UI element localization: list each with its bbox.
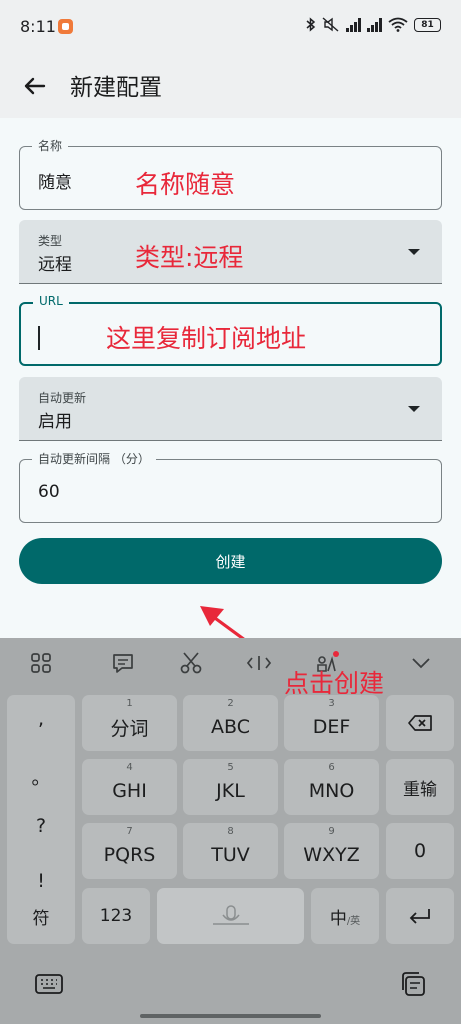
interval-field-value: 60 [38, 482, 60, 502]
clipboard-icon[interactable] [398, 970, 428, 998]
space-key[interactable] [157, 888, 304, 944]
cursor-move-icon[interactable] [245, 649, 273, 677]
page-title: 新建配置 [70, 75, 162, 101]
microphone-icon [212, 905, 249, 925]
auto-update-label: 自动更新 [38, 391, 87, 405]
key-0[interactable]: 0 [386, 823, 454, 879]
apps-grid-icon[interactable] [27, 649, 55, 677]
number-key[interactable]: 123 [82, 888, 150, 944]
type-dropdown-label: 类型 [38, 234, 63, 248]
signal-2-icon [367, 17, 382, 32]
key-period[interactable]: 。 [7, 763, 75, 790]
key-7[interactable]: 7 PQRS [82, 823, 177, 879]
key-comma[interactable]: , [7, 708, 75, 730]
enter-key[interactable] [386, 888, 454, 944]
language-sub: /英 [346, 915, 361, 927]
url-input-label: URL [33, 294, 69, 308]
bluetooth-icon [306, 17, 316, 32]
name-field-label: 名称 [32, 137, 69, 154]
status-icons: 81 [306, 17, 441, 32]
key-5[interactable]: 5 JKL [183, 759, 278, 815]
create-button[interactable]: 创建 [19, 538, 442, 584]
symbol-key[interactable]: 符 [7, 888, 75, 944]
key-9[interactable]: 9 WXYZ [284, 823, 379, 879]
battery-icon: 81 [414, 17, 441, 32]
back-arrow-icon[interactable] [20, 71, 50, 101]
backspace-icon [408, 715, 432, 731]
name-field-value: 随意 [38, 173, 72, 193]
app-notification-icon [58, 19, 73, 34]
keyboard-switch-icon[interactable] [34, 970, 64, 998]
keyboard: 点击创建 , 。 ? ! 1 分词 2 ABC 3 DEF 4 GHI 5 JKL 6 MN… [0, 638, 461, 1024]
key-2[interactable]: 2 ABC [183, 695, 278, 751]
name-annotation: 名称随意 [135, 170, 236, 199]
signal-1-icon [346, 17, 361, 32]
mute-icon [322, 17, 339, 32]
home-indicator [140, 1014, 321, 1018]
auto-update-dropdown[interactable]: 自动更新 启用 [19, 377, 442, 441]
scissors-icon[interactable] [177, 649, 205, 677]
key-4[interactable]: 4 GHI [82, 759, 177, 815]
url-annotation: 这里复制订阅地址 [106, 324, 307, 353]
key-8[interactable]: 8 TUV [183, 823, 278, 879]
interval-field[interactable]: 自动更新间隔 （分） 60 [19, 450, 442, 523]
keyboard-toolbar [0, 638, 461, 688]
wifi-icon [388, 17, 408, 32]
key-3[interactable]: 3 DEF [284, 695, 379, 751]
type-dropdown-value: 远程 [38, 255, 72, 275]
chevron-down-icon [408, 406, 420, 412]
text-cursor [38, 326, 40, 350]
key-6[interactable]: 6 MNO [284, 759, 379, 815]
key-question[interactable]: ? [7, 815, 75, 837]
status-bar: 8:11 81 [0, 0, 461, 56]
type-annotation: 类型:远程 [135, 243, 244, 272]
key-1[interactable]: 1 分词 [82, 695, 177, 751]
app-bar: 新建配置 [0, 56, 461, 118]
chat-bubble-icon[interactable] [109, 649, 137, 677]
create-annotation: 点击创建 [284, 669, 385, 698]
chevron-down-icon [408, 249, 420, 255]
language-toggle-key[interactable]: 中/英 [311, 888, 379, 944]
chevron-down-icon[interactable] [407, 649, 435, 677]
retype-key[interactable]: 重输 [386, 759, 454, 815]
status-time: 8:11 [20, 17, 56, 36]
auto-update-value: 启用 [38, 412, 72, 432]
backspace-key[interactable] [386, 695, 454, 751]
interval-field-label: 自动更新间隔 （分） [32, 450, 156, 467]
language-main: 中 [329, 908, 347, 929]
enter-icon [409, 909, 430, 924]
